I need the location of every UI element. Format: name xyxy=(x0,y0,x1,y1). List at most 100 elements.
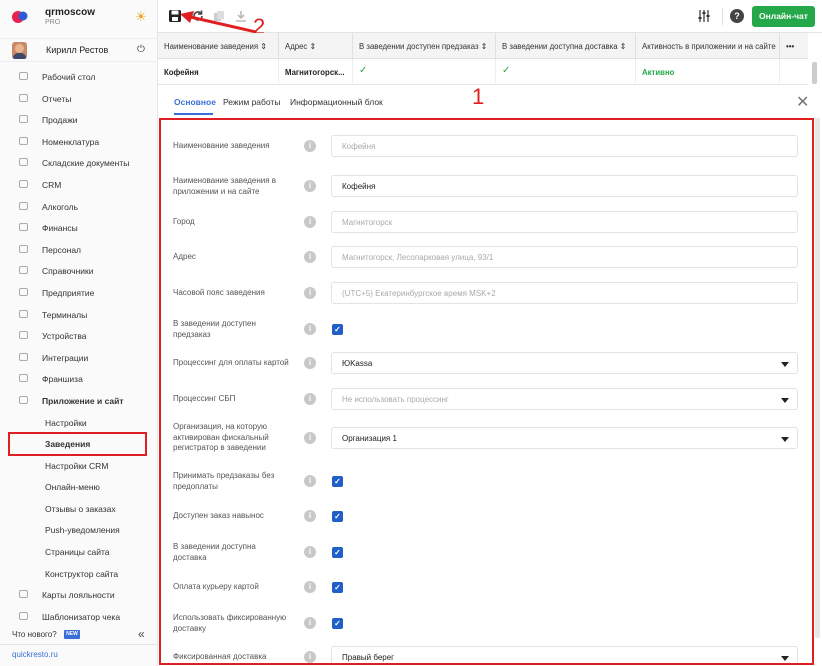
sidebar-item[interactable]: Франшиза xyxy=(0,368,158,390)
more-options-icon[interactable]: ••• xyxy=(780,33,808,59)
logout-icon[interactable]: ⏻ xyxy=(137,44,145,55)
sidebar-item[interactable]: Продажи xyxy=(0,109,158,131)
column-header-activity[interactable]: Активность в приложении и на сайте ⇕ xyxy=(636,33,780,59)
user-name: Кирилл Рестов xyxy=(46,45,109,55)
text-field[interactable]: Кофейня xyxy=(331,135,798,157)
form-row: Процессинг для оплаты картой i ЮKassa xyxy=(161,347,812,375)
form-scrollbar[interactable] xyxy=(815,118,820,638)
select-field[interactable]: Организация 1 xyxy=(331,427,798,449)
info-icon[interactable]: i xyxy=(304,287,316,299)
sidebar-item[interactable]: Отчеты xyxy=(0,88,158,110)
sidebar-item-label: Устройства xyxy=(42,331,87,342)
menu-icon xyxy=(19,611,28,620)
brand-block[interactable]: qrmoscow PRO ☀ xyxy=(0,0,158,33)
checkbox[interactable]: ✓ xyxy=(332,324,343,335)
sidebar-item[interactable]: Устройства xyxy=(0,325,158,347)
theme-toggle-icon[interactable]: ☀ xyxy=(135,10,147,23)
column-header-name[interactable]: Наименование заведения ⇕ xyxy=(158,33,279,59)
app-logo-icon xyxy=(12,11,28,23)
column-header-address[interactable]: Адрес ⇕ xyxy=(279,33,353,59)
table-row[interactable]: Кофейня Магнитогорск... ✓ ✓ Активно xyxy=(158,59,808,85)
sidebar-subitem[interactable]: Страницы сайта xyxy=(0,541,158,563)
info-icon[interactable]: i xyxy=(304,393,316,405)
info-icon[interactable]: i xyxy=(304,140,316,152)
sidebar-item[interactable]: Карты лояльности xyxy=(0,584,158,606)
sidebar-item[interactable]: Шаблонизатор чека xyxy=(0,606,158,628)
sidebar-subitem[interactable]: Настройки xyxy=(0,412,158,434)
select-field[interactable]: ЮKassa xyxy=(331,352,798,374)
sidebar-item[interactable]: Номенклатура xyxy=(0,131,158,153)
sidebar-item-label: Продажи xyxy=(42,115,78,126)
text-field[interactable]: Магнитогорск, Лесопарковая улица, 93/1 xyxy=(331,246,798,268)
sidebar-item[interactable]: Предприятие xyxy=(0,282,158,304)
select-field[interactable]: Правый берег xyxy=(331,646,798,663)
form-row: Фиксированная доставка i Правый берег xyxy=(161,641,812,663)
sidebar-item[interactable]: Персонал xyxy=(0,239,158,261)
sidebar-subitem[interactable]: Конструктор сайта xyxy=(0,563,158,585)
settings-sliders-icon[interactable] xyxy=(698,9,710,23)
checkbox[interactable]: ✓ xyxy=(332,618,343,629)
sidebar-subitem[interactable]: Push-уведомления xyxy=(0,519,158,541)
info-icon[interactable]: i xyxy=(304,357,316,369)
tab-main[interactable]: Основное xyxy=(174,97,216,107)
online-chat-button[interactable]: Онлайн-чат xyxy=(752,6,815,27)
form-row: Доступен заказ навынос i ✓ xyxy=(161,500,812,528)
sidebar-item[interactable]: Приложение и сайт xyxy=(0,390,158,412)
info-icon[interactable]: i xyxy=(304,617,316,629)
text-field[interactable]: (UTC+5) Екатеринбургское время MSK+2 xyxy=(331,282,798,304)
checkbox[interactable]: ✓ xyxy=(332,511,343,522)
menu-icon xyxy=(19,115,28,124)
collapse-sidebar-icon[interactable]: « xyxy=(138,627,145,641)
sidebar: qrmoscow PRO ☀ Кирилл Рестов ⏻ Рабочий с… xyxy=(0,0,158,666)
info-icon[interactable]: i xyxy=(304,216,316,228)
sidebar-item[interactable]: Справочники xyxy=(0,260,158,282)
sidebar-item[interactable]: Интеграции xyxy=(0,347,158,369)
column-header-delivery[interactable]: В заведении доступна доставка ⇕ xyxy=(496,33,636,59)
sidebar-subitem[interactable]: Настройки CRM xyxy=(0,455,158,477)
sidebar-subitem[interactable]: Отзывы о заказах xyxy=(0,498,158,520)
checkbox[interactable]: ✓ xyxy=(332,476,343,487)
menu-icon xyxy=(19,287,28,296)
sidebar-item[interactable]: CRM xyxy=(0,174,158,196)
field-label: Наименование заведения xyxy=(173,141,270,150)
new-badge: NEW xyxy=(64,630,80,639)
info-icon[interactable]: i xyxy=(304,251,316,263)
sidebar-subitem[interactable]: Онлайн-меню xyxy=(0,476,158,498)
divider xyxy=(722,8,723,25)
user-block[interactable]: Кирилл Рестов ⏻ xyxy=(0,38,158,62)
tab-schedule[interactable]: Режим работы xyxy=(223,97,280,107)
close-icon[interactable]: ✕ xyxy=(796,92,809,112)
checkbox[interactable]: ✓ xyxy=(332,582,343,593)
form-row: Адрес i Магнитогорск, Лесопарковая улица, … xyxy=(161,241,812,269)
whats-new-link[interactable]: Что нового? xyxy=(12,630,57,639)
sidebar-item-label: Интеграции xyxy=(42,352,89,363)
info-icon[interactable]: i xyxy=(304,546,316,558)
column-header-preorder[interactable]: В заведении доступен предзаказ ⇕ xyxy=(353,33,496,59)
sidebar-item[interactable]: Финансы xyxy=(0,217,158,239)
text-field[interactable]: Кофейня xyxy=(331,175,798,197)
tab-info-block[interactable]: Информационный блок xyxy=(290,97,383,107)
info-icon[interactable]: i xyxy=(304,510,316,522)
field-label: В заведении доступна доставка xyxy=(173,542,256,562)
field-label: Наименование заведения в приложении и на… xyxy=(173,176,277,196)
sidebar-item[interactable]: Алкоголь xyxy=(0,196,158,218)
sidebar-item-label: Рабочий стол xyxy=(42,72,96,82)
domain-link[interactable]: quickresto.ru xyxy=(12,650,58,659)
sidebar-item[interactable]: Рабочий стол xyxy=(0,66,158,88)
info-icon[interactable]: i xyxy=(304,432,316,444)
field-label: Город xyxy=(173,217,195,226)
table-scrollbar[interactable] xyxy=(812,62,817,84)
info-icon[interactable]: i xyxy=(304,581,316,593)
sidebar-item-label: Карты лояльности xyxy=(42,590,115,601)
info-icon[interactable]: i xyxy=(304,180,316,192)
info-icon[interactable]: i xyxy=(304,323,316,335)
checkbox[interactable]: ✓ xyxy=(332,547,343,558)
info-icon[interactable]: i xyxy=(304,475,316,487)
sidebar-item[interactable]: Складские документы xyxy=(0,152,158,174)
sidebar-item[interactable]: Терминалы xyxy=(0,304,158,326)
sidebar-item-label: Номенклатура xyxy=(42,136,100,147)
text-field[interactable]: Магнитогорск xyxy=(331,211,798,233)
help-icon[interactable]: ? xyxy=(730,9,744,23)
select-field[interactable]: Не использовать процессинг xyxy=(331,388,798,410)
info-icon[interactable]: i xyxy=(304,651,316,663)
